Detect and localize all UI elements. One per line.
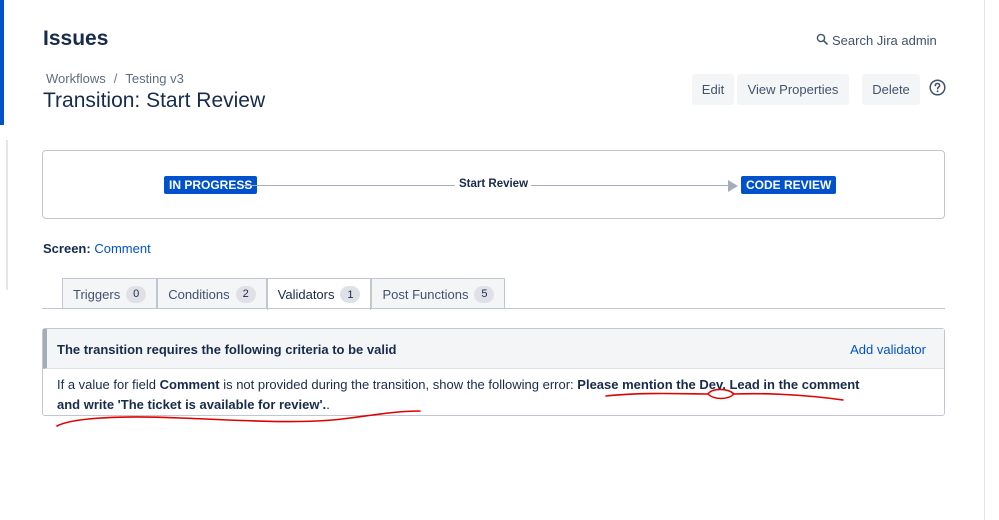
workflow-diagram: IN PROGRESS Start Review CODE REVIEW xyxy=(42,150,945,219)
flow-line-right-a xyxy=(531,185,641,186)
validator-field-name: Comment xyxy=(159,377,220,392)
screen-link[interactable]: Comment xyxy=(94,241,150,256)
tab-conditions[interactable]: Conditions 2 xyxy=(157,278,267,309)
flow-line-right-b xyxy=(641,185,729,186)
validator-header: The transition requires the following cr… xyxy=(43,329,944,369)
add-validator-link[interactable]: Add validator xyxy=(850,342,926,357)
edit-button[interactable]: Edit xyxy=(692,74,734,105)
screen-row: Screen: Comment xyxy=(43,241,151,256)
search-icon xyxy=(816,33,828,48)
tab-post-functions[interactable]: Post Functions 5 xyxy=(371,278,506,309)
tab-bar: Triggers 0 Conditions 2 Validators 1 Pos… xyxy=(62,278,506,310)
tab-count: 0 xyxy=(126,285,147,303)
validator-text-suffix: . xyxy=(326,397,330,412)
validator-text-prefix: If a value for field xyxy=(57,377,160,392)
status-to[interactable]: CODE REVIEW xyxy=(741,176,837,194)
left-edge-divider xyxy=(6,140,8,290)
validator-panel: The transition requires the following cr… xyxy=(42,328,945,416)
view-properties-button[interactable]: View Properties xyxy=(737,74,849,105)
validator-heading: The transition requires the following cr… xyxy=(57,342,397,357)
tab-count: 1 xyxy=(340,286,361,303)
arrow-head xyxy=(728,180,738,192)
breadcrumb-workflows[interactable]: Workflows xyxy=(46,71,106,86)
tab-label: Triggers xyxy=(73,286,121,302)
breadcrumb-separator: / xyxy=(113,71,118,86)
tab-divider xyxy=(42,308,945,309)
flow-line-left xyxy=(243,185,347,186)
validator-description: If a value for field Comment is not prov… xyxy=(57,375,877,415)
transition-label: Start Review xyxy=(459,178,529,190)
tab-count: 5 xyxy=(474,285,495,303)
left-edge-accent xyxy=(0,0,4,125)
breadcrumb: Workflows / Testing v3 xyxy=(46,71,184,86)
search-label: Search Jira admin xyxy=(832,33,937,48)
breadcrumb-testing-v3[interactable]: Testing v3 xyxy=(125,71,184,86)
right-edge-divider xyxy=(984,0,985,520)
delete-button[interactable]: Delete xyxy=(862,74,920,105)
tab-triggers[interactable]: Triggers 0 xyxy=(62,278,158,309)
page-title: Issues xyxy=(43,27,109,50)
flow-line-mid xyxy=(347,185,455,186)
transition-title: Transition: Start Review xyxy=(43,89,266,112)
validator-text-middle: is not provided during the transition, s… xyxy=(219,377,578,392)
tab-label: Validators xyxy=(277,287,335,302)
question-circle-icon[interactable] xyxy=(929,79,946,96)
tab-label: Conditions xyxy=(168,286,230,302)
tab-count: 2 xyxy=(235,285,256,303)
tab-validators[interactable]: Validators 1 xyxy=(266,278,372,310)
screen-label: Screen: xyxy=(43,241,91,256)
search-jira-admin[interactable]: Search Jira admin xyxy=(816,33,937,48)
tab-label: Post Functions xyxy=(382,286,469,302)
